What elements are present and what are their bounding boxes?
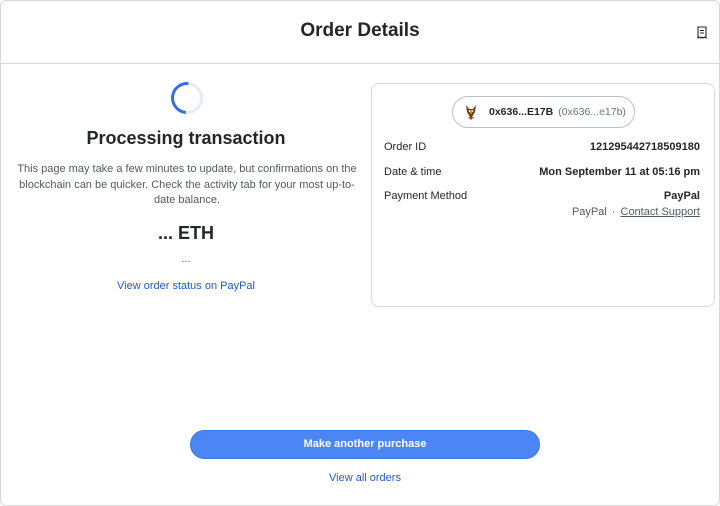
loading-spinner-icon	[171, 82, 203, 114]
order-id-value: 121295442718509180	[589, 141, 700, 153]
payment-value: PayPal	[663, 190, 700, 202]
receipt-icon[interactable]	[696, 26, 708, 39]
account-address: 0x636...E17B	[489, 106, 554, 118]
amount: ... ETH	[157, 223, 214, 243]
header: Order Details	[0, 0, 720, 64]
make-another-purchase-button[interactable]: Make another purchase	[190, 430, 540, 459]
fox-avatar-icon	[466, 105, 476, 120]
status-description: This page may take a few minutes to upda…	[17, 163, 357, 206]
status-title: Processing transaction	[86, 128, 286, 148]
contact-support-link[interactable]: Contact Support	[621, 206, 701, 218]
payment-provider: PayPal	[571, 206, 607, 218]
date-label: Date & time	[384, 166, 442, 178]
separator: ·	[611, 206, 616, 218]
account-address-full: (0x636...e17b)	[558, 106, 626, 118]
page-title: Order Details	[300, 20, 420, 41]
order-id-label: Order ID	[384, 141, 427, 153]
amount-subtext: ...	[181, 253, 191, 265]
payment-provider-line: PayPal · Contact Support	[572, 206, 700, 218]
payment-label: Payment Method	[384, 190, 468, 202]
view-order-status-link[interactable]: View order status on PayPal	[0, 280, 372, 292]
date-value: Mon September 11 at 05:16 pm	[539, 166, 700, 178]
account-pill[interactable]: 0x636...E17B (0x636...e17b)	[452, 96, 635, 128]
order-summary-card: 0x636...E17B (0x636...e17b) Order ID 121…	[371, 83, 715, 307]
view-all-orders-link[interactable]: View all orders	[0, 472, 720, 484]
